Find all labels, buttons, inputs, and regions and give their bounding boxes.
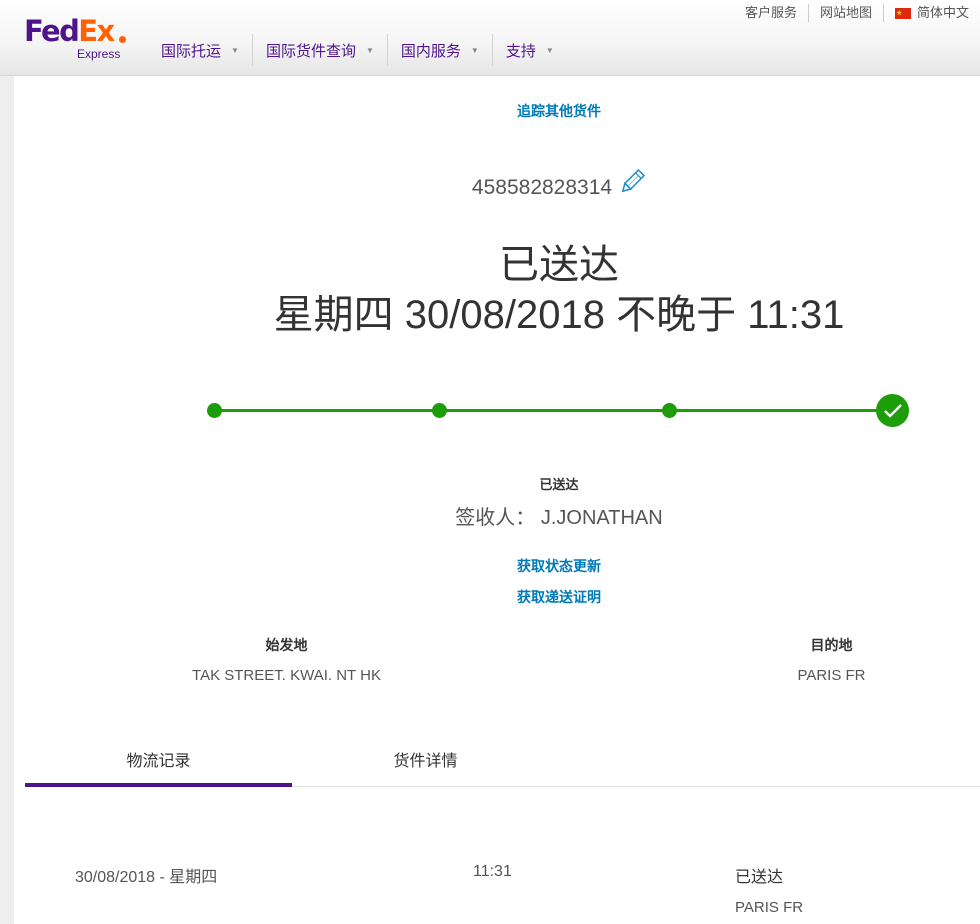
nav-domestic-services[interactable]: 国内服务 ▼ xyxy=(386,34,492,66)
destination-block: 目的地 PARIS FR xyxy=(749,635,914,684)
origin-block: 始发地 TAK STREET. KWAI. NT HK xyxy=(164,635,409,684)
history-status: 已送达 xyxy=(735,869,784,886)
history-location: PARIS FR xyxy=(735,899,804,916)
progress-line xyxy=(214,409,894,412)
caret-down-icon: ▼ xyxy=(231,45,239,55)
tracking-content: 追踪其他货件 458582828314 已送达 星期四 30/08/2018 不… xyxy=(14,76,980,924)
history-date: 30/08/2018 - 星期四 xyxy=(75,869,218,886)
caret-down-icon: ▼ xyxy=(545,45,554,55)
tab-shipment-details[interactable]: 货件详情 xyxy=(292,748,559,783)
progress-step-2 xyxy=(432,403,447,418)
site-header: FedEx Express 客户服务 网站地图 简体中文 国际托运▼ 国际货件查… xyxy=(0,0,980,76)
status-label: 已送达 xyxy=(539,477,579,492)
site-map-link[interactable]: 网站地图 xyxy=(807,4,883,22)
delivery-date: 星期四 30/08/2018 不晚于 11:31 xyxy=(273,293,845,337)
fedex-express-logo[interactable]: FedEx Express xyxy=(24,14,134,64)
progress-step-3 xyxy=(662,403,677,418)
nav-support[interactable]: 支持 ▼ xyxy=(491,34,567,66)
destination-label: 目的地 xyxy=(810,637,853,653)
language-selector[interactable]: 简体中文 xyxy=(882,4,980,23)
customer-service-link[interactable]: 客户服务 xyxy=(734,4,808,22)
logo-express-text: Express xyxy=(77,47,121,61)
logo-dot xyxy=(119,36,126,43)
edit-pencil-icon[interactable] xyxy=(618,168,646,202)
nav-international-tracking[interactable]: 国际货件查询 ▼ xyxy=(251,34,387,66)
track-other-link[interactable]: 追踪其他货件 xyxy=(14,101,980,121)
utility-links: 客户服务 网站地图 简体中文 xyxy=(734,0,980,26)
nav-international-shipping[interactable]: 国际托运 ▼ xyxy=(148,34,252,66)
detail-tabs: 物流记录 货件详情 xyxy=(25,748,980,787)
tab-travel-history[interactable]: 物流记录 xyxy=(25,748,292,787)
caret-down-icon: ▼ xyxy=(365,45,374,55)
destination-value: PARIS FR xyxy=(797,667,866,684)
tracking-number-row: 458582828314 xyxy=(14,168,980,202)
tracking-number: 458582828314 xyxy=(471,176,613,199)
progress-step-1 xyxy=(207,403,222,418)
caret-down-icon: ▼ xyxy=(470,45,479,55)
get-status-update-link[interactable]: 获取状态更新 xyxy=(14,556,980,576)
china-flag-icon xyxy=(894,5,911,23)
main-nav: 国际托运 ▼ 国际货件查询 ▼ 国内服务 ▼ 支持 ▼ xyxy=(148,34,567,66)
logo-ex-text: Ex xyxy=(78,14,115,48)
delivered-check-icon xyxy=(876,394,909,427)
history-time: 11:31 xyxy=(473,863,512,880)
signed-by: 签收人： J.JONATHAN xyxy=(455,507,663,529)
origin-value: TAK STREET. KWAI. NT HK xyxy=(192,667,381,684)
get-proof-of-delivery-link[interactable]: 获取递送证明 xyxy=(14,587,980,607)
logo-fed-text: Fed xyxy=(24,14,80,48)
origin-label: 始发地 xyxy=(265,637,308,653)
progress-bar xyxy=(207,394,909,428)
